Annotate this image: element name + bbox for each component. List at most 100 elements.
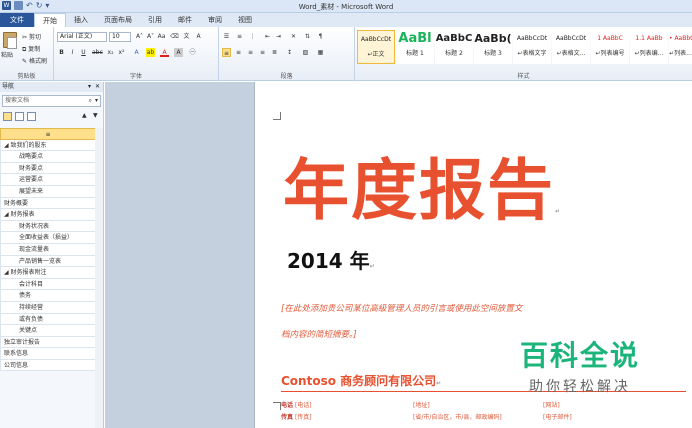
nav-item[interactable]: 联系信息: [0, 348, 96, 360]
document-title[interactable]: 年度报告↵: [283, 137, 562, 233]
borders-icon[interactable]: ▦: [316, 48, 325, 57]
search-input[interactable]: 搜索文档 ⌕ ▾: [2, 95, 101, 107]
nav-item[interactable]: ◢ 财务报表: [0, 209, 96, 221]
nav-item[interactable]: 财务状况表: [0, 220, 96, 233]
phonetic-guide-icon[interactable]: 文: [182, 32, 191, 41]
nav-item[interactable]: 财务要点: [0, 162, 96, 175]
previous-heading-icon[interactable]: ▲: [82, 112, 87, 119]
results-view-icon[interactable]: [27, 112, 36, 121]
nav-item[interactable]: 债务: [0, 290, 96, 302]
numbering-icon[interactable]: ≡: [235, 32, 244, 41]
next-heading-icon[interactable]: ▼: [93, 112, 98, 119]
nav-item[interactable]: 全面收益表（损益）: [0, 232, 96, 244]
pages-view-icon[interactable]: [15, 112, 24, 121]
align-center-icon[interactable]: ≡: [234, 48, 243, 57]
phone-line[interactable]: 电话 [电话]: [281, 400, 312, 409]
clear-format-icon[interactable]: ⌫: [170, 32, 179, 41]
font-size-select[interactable]: 10: [109, 32, 131, 42]
distributed-icon[interactable]: ≣: [270, 48, 279, 57]
text-effects-icon[interactable]: A: [132, 48, 141, 57]
align-left-icon[interactable]: ≡: [222, 48, 231, 57]
underline-icon[interactable]: U: [79, 48, 88, 57]
document-year[interactable]: 2014 年↵: [287, 245, 375, 274]
close-icon[interactable]: ✕: [95, 82, 100, 92]
search-options-icon[interactable]: ▾: [95, 96, 98, 106]
paste-button[interactable]: 粘贴: [1, 50, 13, 59]
search-icon[interactable]: ⌕: [89, 96, 92, 106]
drag-handle-icon[interactable]: ≡: [45, 131, 50, 138]
cut-button[interactable]: ✂ 剪切: [22, 32, 41, 41]
style-list-bullet[interactable]: • AaBbCc ↵列表...: [669, 30, 692, 64]
show-marks-icon[interactable]: ¶: [316, 32, 325, 41]
grow-font-icon[interactable]: A˄: [135, 32, 144, 41]
headings-view-icon[interactable]: [3, 112, 12, 121]
city-field[interactable]: [省/市/自治区，市/县，邮政编码]: [413, 412, 502, 421]
nav-item[interactable]: 运营要点: [0, 174, 96, 186]
nav-options-icon[interactable]: ▾: [88, 82, 91, 92]
nav-item[interactable]: ◢ 致我们的股东: [0, 139, 96, 152]
style-heading-3[interactable]: AaBb( 标题 3: [474, 30, 512, 64]
line-spacing-icon[interactable]: ↕: [285, 48, 294, 57]
nav-scrollbar[interactable]: [95, 128, 103, 428]
website-field[interactable]: [网站]: [543, 400, 560, 409]
fax-line[interactable]: 传真 [传真]: [281, 412, 312, 421]
style-list-number[interactable]: 1 AaBbC ↵列表编号: [591, 30, 629, 64]
bullets-icon[interactable]: ☰: [222, 32, 231, 41]
nav-item[interactable]: 关键点: [0, 325, 96, 337]
enclosed-char-icon[interactable]: ㊀: [188, 48, 197, 57]
tab-page-layout[interactable]: 页面布局: [96, 13, 140, 27]
highlight-icon[interactable]: ab: [146, 48, 155, 57]
style-heading-2-sample: AaBbC: [435, 33, 473, 44]
shrink-font-icon[interactable]: A˅: [146, 32, 155, 41]
char-border-icon[interactable]: A: [194, 32, 203, 41]
tab-view[interactable]: 视图: [230, 13, 260, 27]
chinese-layout-icon[interactable]: ✕: [289, 32, 298, 41]
tab-file[interactable]: 文件: [0, 13, 34, 27]
nav-item[interactable]: 会计科目: [0, 278, 96, 291]
bold-icon[interactable]: B: [57, 48, 66, 57]
char-shading-icon[interactable]: A: [174, 48, 183, 57]
copy-button[interactable]: ⧉ 复制: [22, 44, 40, 54]
tab-review[interactable]: 审阅: [200, 13, 230, 27]
paste-icon[interactable]: [3, 32, 17, 49]
nav-item[interactable]: 独立审计报告: [0, 336, 96, 349]
nav-item[interactable]: 展望未来: [0, 185, 96, 198]
italic-icon[interactable]: I: [68, 48, 77, 57]
format-painter-button[interactable]: ✎ 格式刷: [22, 56, 47, 65]
style-table-text[interactable]: AaBbCcDt ↵表格文字: [513, 30, 551, 64]
tab-references[interactable]: 引用: [140, 13, 170, 27]
font-name-select[interactable]: Arial (正文): [57, 32, 107, 42]
tab-home[interactable]: 开始: [34, 13, 66, 27]
justify-icon[interactable]: ≡: [258, 48, 267, 57]
sort-icon[interactable]: ⇅: [303, 32, 312, 41]
nav-item[interactable]: 产品销售一览表: [0, 255, 96, 268]
style-heading-2[interactable]: AaBbC 标题 2: [435, 30, 473, 64]
superscript-icon[interactable]: x²: [117, 48, 126, 57]
tab-mailings[interactable]: 邮件: [170, 13, 200, 27]
style-heading-1[interactable]: AaBl 标题 1: [396, 30, 434, 64]
nav-item[interactable]: 或有负债: [0, 313, 96, 326]
nav-item-current[interactable]: ≡: [0, 128, 96, 140]
multilevel-list-icon[interactable]: ⋮: [248, 32, 257, 41]
style-table-text-2[interactable]: AaBbCcDt ↵表格文...: [552, 30, 590, 64]
company-name[interactable]: Contoso 商务顾问有限公司↵: [281, 372, 441, 389]
decrease-indent-icon[interactable]: ⇤: [263, 32, 272, 41]
strikethrough-icon[interactable]: abc: [92, 48, 103, 57]
nav-item[interactable]: 公司信息: [0, 359, 96, 372]
align-right-icon[interactable]: ≡: [246, 48, 255, 57]
email-field[interactable]: [电子邮件]: [543, 412, 572, 421]
style-list-number-2[interactable]: 1.1 AaBb ↵列表编...: [630, 30, 668, 64]
font-color-icon[interactable]: A: [160, 48, 169, 57]
nav-item[interactable]: 财务概要: [0, 197, 96, 210]
shading-icon[interactable]: ▨: [301, 48, 310, 57]
increase-indent-icon[interactable]: ⇥: [274, 32, 283, 41]
tab-insert[interactable]: 插入: [66, 13, 96, 27]
nav-item[interactable]: ◢ 财务报表附注: [0, 267, 96, 279]
nav-item[interactable]: 现金流量表: [0, 243, 96, 256]
subscript-icon[interactable]: x₂: [106, 48, 115, 57]
address-field[interactable]: [地址]: [413, 400, 430, 409]
style-normal[interactable]: AaBbCcDt ↵正文: [357, 30, 395, 64]
change-case-icon[interactable]: Aa: [157, 32, 166, 41]
nav-item[interactable]: 战略要点: [0, 151, 96, 163]
nav-item[interactable]: 持续经营: [0, 301, 96, 314]
